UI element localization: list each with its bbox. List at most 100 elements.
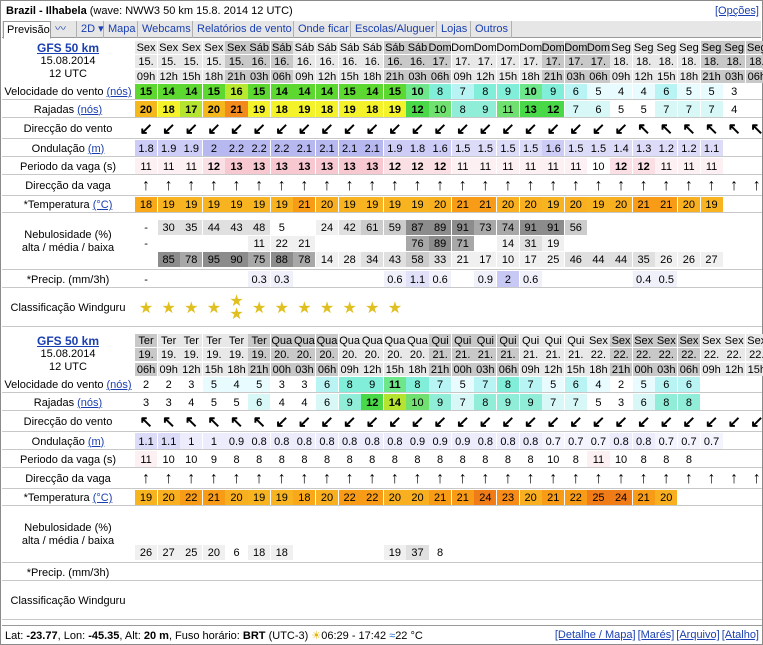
cell-hours: 09h <box>135 69 158 83</box>
arrow-icon: ↙ <box>750 414 763 431</box>
row-wdir: Direcção do vento ↙ ↙ ↙ ↙ ↙ ↙ ↙ ↙ ↙ ↙ ↙ ↙ ↙ ↙ ↙ ↙ ↙ ↙ ↙ ↙ ↙ ↙ ↖… <box>2 118 763 138</box>
cell-precip <box>339 564 361 581</box>
cell-precip <box>633 564 655 581</box>
cell-wave: 0.8 <box>632 433 655 450</box>
cell-temp: 21 <box>451 197 474 213</box>
cell-dates: 15. <box>135 55 158 69</box>
cell-precip <box>203 564 225 581</box>
cell-wind <box>746 377 763 393</box>
gust-unit-link[interactable]: (nós) <box>77 397 102 409</box>
cell-temp: 21 <box>293 197 316 213</box>
rating-star-icon <box>497 289 519 327</box>
cell-precip <box>587 271 609 288</box>
cell-dates: 18. <box>632 55 655 69</box>
tab-2[interactable]: 2D ▾ <box>78 21 104 38</box>
wind-unit-link[interactable]: (nós) <box>107 86 132 98</box>
cell-days: Dom <box>429 41 452 55</box>
tab-4[interactable]: Webcams <box>139 21 193 38</box>
cell-gust: 9 <box>474 101 497 118</box>
footer-link-1[interactable]: [Marés] <box>638 629 675 641</box>
tab-5[interactable]: Relatórios de vento <box>194 21 294 38</box>
cell-cloud_mid <box>565 236 587 251</box>
cell-cloud_high <box>746 513 763 528</box>
arrow-icon: ↙ <box>478 121 493 138</box>
cell-cloud_high <box>135 513 157 528</box>
footer-link-0[interactable]: [Detalhe / Mapa] <box>555 629 636 641</box>
temp-unit-link[interactable]: (°C) <box>93 199 113 211</box>
cell-days: Qui <box>496 334 520 348</box>
options-link[interactable]: [Opções] <box>715 5 759 17</box>
arrow-icon: ↙ <box>501 121 515 138</box>
cell-days: Sex <box>157 41 180 55</box>
cell-period: 8 <box>406 451 429 468</box>
cell-gust: 10 <box>406 394 429 411</box>
wave-unit-link[interactable]: (m) <box>88 436 105 448</box>
wind-unit-link[interactable]: (nós) <box>107 379 132 391</box>
cell-dates: 15. <box>157 55 180 69</box>
temp-unit-link[interactable]: (°C) <box>93 492 113 504</box>
cell-gust: 17 <box>180 101 203 118</box>
cell-hours: 09h <box>157 362 180 376</box>
cell-cloud_high: - <box>144 221 148 234</box>
arrow-icon: ↑ <box>436 470 445 487</box>
cell-cloud_mid <box>678 529 700 544</box>
tab-8[interactable]: Lojas <box>438 21 471 38</box>
arrow-icon: ↑ <box>277 177 286 194</box>
cell-wave <box>723 140 745 157</box>
row-wind: Velocidade do vento (nós) 15 14 14 15 16 15 14 14… <box>2 83 762 100</box>
cell-cloud_high <box>406 513 428 528</box>
cell-temp: 21 <box>632 490 655 506</box>
row-temp: *Temperatura (°C) 19 20 22 21 20 19 19 18 20 22 22 20… <box>2 489 762 506</box>
cell-precip <box>135 564 157 581</box>
cell-temp: 20 <box>315 490 339 506</box>
cell-days: Dom <box>564 41 587 55</box>
arrow-icon: ↑ <box>526 470 535 487</box>
tab-9[interactable]: Outros <box>472 21 512 38</box>
cell-period: 11 <box>564 158 587 175</box>
cell-dates: 17. <box>496 55 520 69</box>
footer-link-3[interactable]: [Atalho] <box>722 629 759 641</box>
cell-period: 9 <box>202 451 225 468</box>
cell-temp: 19 <box>248 490 271 506</box>
cell-cloud_mid <box>678 236 700 251</box>
cell-dates: 21. <box>542 348 565 362</box>
rating-star-icon: ★ ★ <box>229 293 244 323</box>
sun-icon: ☀ <box>311 630 322 642</box>
cell-dates: 22. <box>745 348 763 362</box>
arrow-icon: ↑ <box>549 470 558 487</box>
cell-wind: 11 <box>383 377 406 393</box>
cell-cloud_mid <box>361 529 383 544</box>
cell-precip <box>316 564 338 581</box>
label-wind: Velocidade do vento (nós) <box>4 379 132 391</box>
footer-link-2[interactable]: [Arquivo] <box>676 629 719 641</box>
cell-period: 8 <box>677 451 700 468</box>
cell-cloud_high <box>474 513 496 528</box>
cell-temp: 19 <box>248 197 271 213</box>
graph-icon[interactable]: 〰 <box>52 21 77 38</box>
arrow-icon: ↙ <box>569 414 583 431</box>
cell-hours: 12h <box>632 69 655 83</box>
cell-precip <box>610 564 632 581</box>
cell-wave: 0.9 <box>451 433 474 450</box>
cell-period: 13 <box>361 158 384 175</box>
tab-0[interactable]: Previsão <box>3 21 51 39</box>
cell-cloud_low <box>610 545 632 560</box>
cell-precip <box>339 271 361 288</box>
arrow-icon: ↑ <box>436 177 445 194</box>
arrow-icon: ↙ <box>433 414 447 431</box>
tab-3[interactable]: Mapa <box>105 21 138 38</box>
cell-hours: 21h <box>542 69 565 83</box>
cell-days: Sáb <box>270 41 293 55</box>
cell-days: Ter <box>225 334 248 348</box>
arrow-icon: ↙ <box>229 121 244 138</box>
cell-dates: 16. <box>406 55 429 69</box>
cell-cloud_low: 27 <box>700 252 723 267</box>
cell-dates: 20. <box>361 348 384 362</box>
cell-hours: 06h <box>677 362 700 376</box>
tab-7[interactable]: Escolas/Aluguer <box>352 21 437 38</box>
tab-6[interactable]: Onde ficar <box>295 21 351 38</box>
cell-precip <box>225 564 247 581</box>
cell-wave: 1.5 <box>519 140 542 157</box>
wave-unit-link[interactable]: (m) <box>88 143 105 155</box>
gust-unit-link[interactable]: (nós) <box>77 104 102 116</box>
